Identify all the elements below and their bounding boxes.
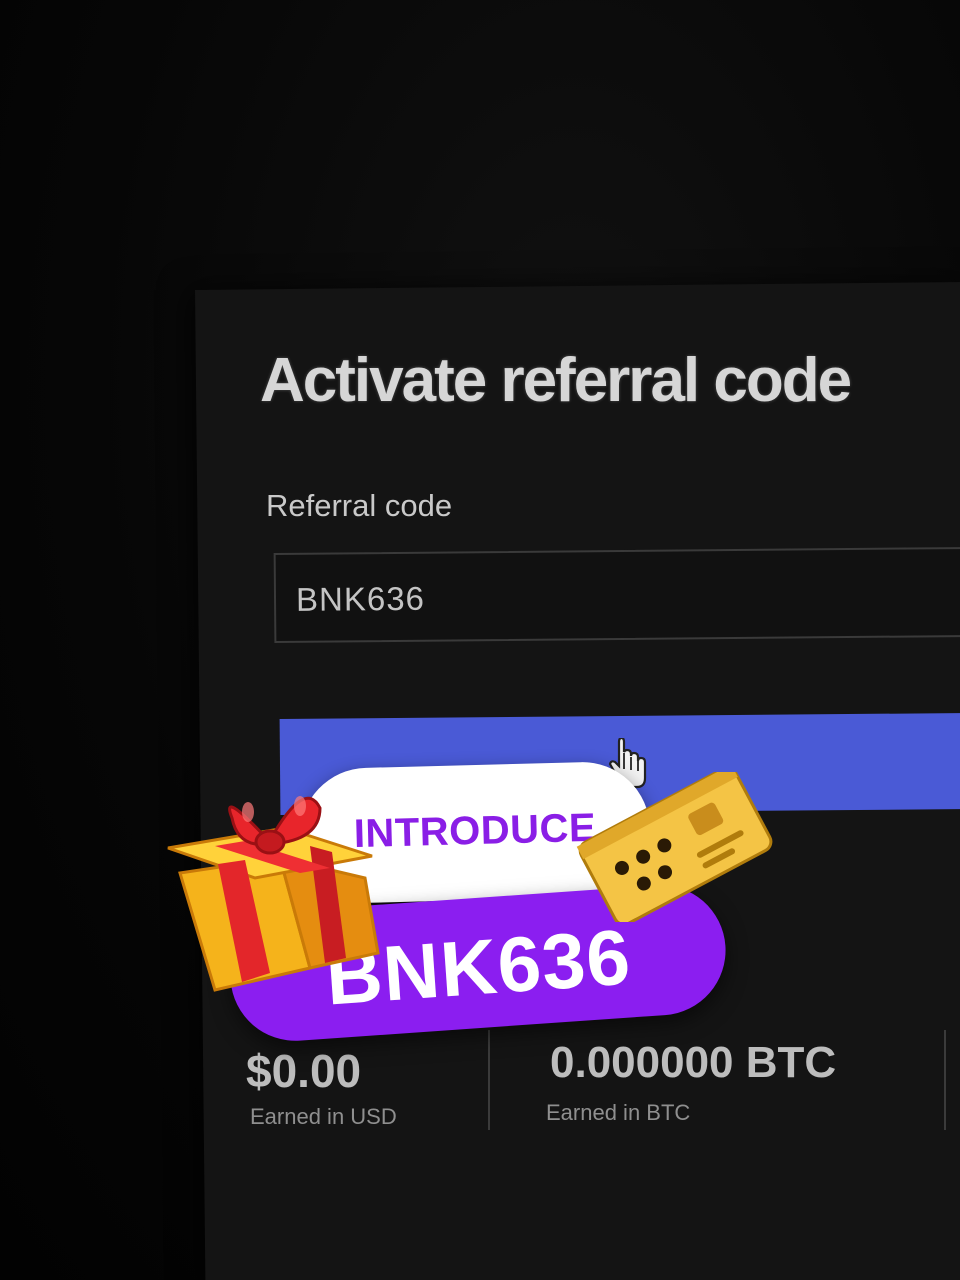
page-title: Activate referral code <box>260 346 852 415</box>
earned-btc-caption: Earned in BTC <box>546 1100 691 1125</box>
earned-usd-value: $0.00 <box>246 1045 362 1097</box>
gift-icon <box>167 796 380 992</box>
referral-code-label: Referral code <box>266 488 453 523</box>
stats-divider-right <box>944 1030 946 1130</box>
referral-code-value: BNK636 <box>295 579 426 618</box>
earned-usd-caption: Earned in USD <box>250 1104 397 1129</box>
earnings-stats: $0.00 Earned in USD 0.000000 BTC Earned … <box>246 1030 960 1140</box>
referral-code-input[interactable]: BNK636 <box>273 546 960 644</box>
card-icon <box>576 772 773 922</box>
stats-divider <box>488 1030 490 1130</box>
earned-btc-value: 0.000000 BTC <box>550 1038 837 1087</box>
